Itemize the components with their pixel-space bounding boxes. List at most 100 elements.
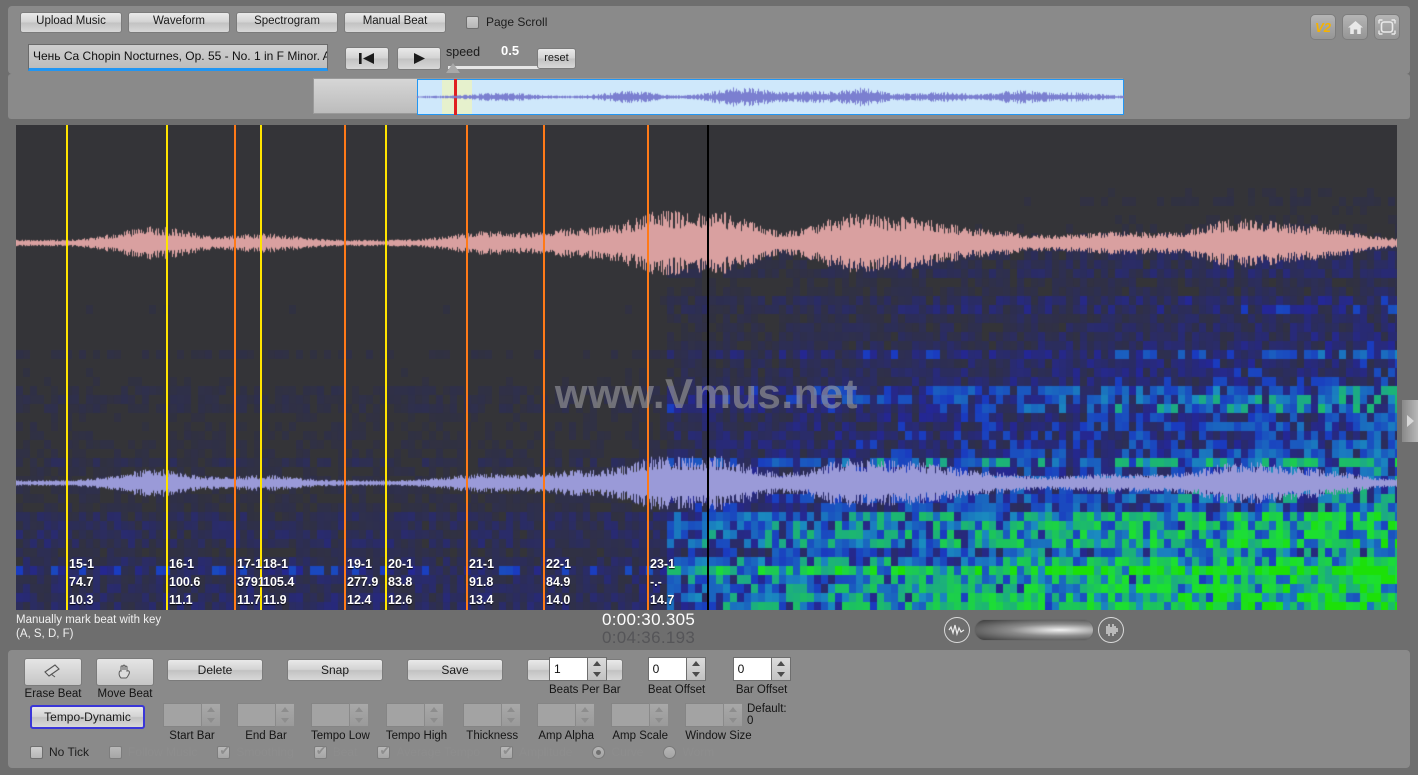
waveform-low-icon[interactable] [944,617,970,643]
fullscreen-icon[interactable] [1374,14,1400,40]
curve-label: Curve [611,745,644,759]
beat-time-value: 10.3 [69,593,94,607]
volume-slider[interactable] [973,619,1095,641]
overview-band [8,74,1410,119]
beats-per-bar-spinner[interactable]: 1 Beats Per Bar [549,657,621,696]
bar-offset-down[interactable] [772,669,790,680]
amp-scale-label: Amp Scale [612,730,668,742]
playhead-line[interactable] [707,125,709,610]
home-icon[interactable] [1342,14,1368,40]
tab-upload-music[interactable]: Upload Music [20,11,122,33]
track-title-input[interactable]: Чень Ca Chopin Nocturnes, Op. 55 - No. 1… [28,44,328,71]
tempo-high-steppers [423,703,444,727]
beat-offset-down[interactable] [687,669,705,680]
beat-time-value: 12.6 [388,593,413,607]
tempo-low-steppers [349,703,369,727]
beat-line[interactable] [260,125,262,610]
end-bar-value [237,703,275,727]
beat-label: Beat [332,745,358,759]
play-button[interactable] [397,47,441,70]
beat-tempo-value: 83.8 [388,575,413,589]
option-checkbox-row: No Tick Follow Music Smoothing Beat Average … [30,744,726,759]
erase-beat-label: Erase Beat [24,688,82,700]
bar-offset-value[interactable]: 0 [732,657,771,681]
start-bar-label: Start Bar [169,730,215,742]
speed-label: speed [446,45,481,59]
save-button[interactable]: Save [407,659,503,681]
move-beat-tool[interactable]: Move Beat [96,658,154,700]
beats-per-bar-up[interactable] [588,658,606,669]
beat-line[interactable] [66,125,68,610]
beat-tempo-value: 3791 [237,575,265,589]
waveform-overview[interactable] [313,78,1124,115]
thickness-steppers [501,703,522,727]
beat-offset-steppers[interactable] [685,657,706,681]
beat-line[interactable] [543,125,545,610]
panel-collapse-handle[interactable] [1402,400,1418,442]
no-tick-label: No Tick [49,745,90,759]
tempo-low-value [311,703,349,727]
thickness-spinner: Thickness [463,703,522,742]
bottom-control-panel: Erase Beat Move Beat Delete Snap Save Lo… [8,650,1410,768]
beat-line[interactable] [234,125,236,610]
beat-spinner-row: 1 Beats Per Bar 0 Beat Offset 0 Bar Offset [549,657,791,696]
rewind-to-start-button[interactable] [345,47,389,70]
speed-slider-thumb[interactable] [446,63,460,73]
thickness-label: Thickness [466,730,519,742]
mode-tab-row: Upload Music Waveform Spectrogram Manual… [20,11,547,33]
follow-music-label: Follow Music [128,745,198,759]
time-display: 0:00:30.305 0:04:36.193 [602,611,695,647]
average-tempo-label: Average Tempo [396,745,481,759]
page-scroll-checkbox-wrap[interactable]: Page Scroll [466,15,547,29]
beat-line[interactable] [647,125,649,610]
volume-control[interactable] [944,616,1125,644]
beat-line[interactable] [166,125,168,610]
amp-alpha-label: Amp Alpha [538,730,594,742]
speed-reset-button[interactable]: reset [537,48,576,69]
beat-label: 22-1 84.9 14.0 [546,557,571,607]
bar-offset-steppers[interactable] [770,657,791,681]
beats-per-bar-down[interactable] [588,669,606,680]
tempo-dynamic-button[interactable]: Tempo-Dynamic [30,705,145,729]
no-tick-option[interactable]: No Tick [30,745,89,759]
app-root: Upload Music Waveform Spectrogram Manual… [0,0,1418,775]
tab-manual-beat[interactable]: Manual Beat [344,11,446,33]
beats-per-bar-steppers[interactable] [587,657,607,681]
end-bar-up [276,704,294,715]
page-scroll-checkbox[interactable] [466,15,479,29]
beat-offset-value[interactable]: 0 [647,657,686,681]
tab-waveform[interactable]: Waveform [128,11,230,33]
speed-slider-track[interactable] [448,66,544,69]
v2-badge-icon[interactable]: V2 [1310,14,1336,40]
beat-line[interactable] [466,125,468,610]
tab-spectrogram[interactable]: Spectrogram [236,11,338,33]
move-beat-button[interactable] [96,658,154,686]
snap-button[interactable]: Snap [287,659,383,681]
beat-line[interactable] [385,125,387,610]
speed-control[interactable]: speed 0.5 [446,42,546,74]
erase-beat-button[interactable] [24,658,82,686]
erase-beat-tool[interactable]: Erase Beat [24,658,82,700]
beat-tempo-value: 100.6 [169,575,201,589]
no-tick-checkbox[interactable] [30,745,43,759]
overview-waveform-canvas [314,79,1124,115]
beat-offset-spinner[interactable]: 0 Beat Offset [647,657,706,696]
beat-offset-up[interactable] [687,658,705,669]
smoothing-checkbox [217,744,231,759]
spectrogram-view[interactable]: www.Vmus.net 15-1 74.7 10.3 16-1 100.6 11.1 17… [16,125,1397,610]
curve-radio [592,745,606,759]
bar-offset-spinner[interactable]: 0 Bar Offset [732,657,791,696]
transport-controls [345,47,441,70]
page-scroll-label: Page Scroll [486,15,548,29]
delete-button[interactable]: Delete [167,659,263,681]
chevron-right-icon [1406,415,1414,427]
top-toolbar: Upload Music Waveform Spectrogram Manual… [8,6,1410,74]
waveform-high-icon[interactable] [1098,617,1125,643]
beat-label: 23-1 -.- 14.7 [650,557,675,607]
default-label: Default: [747,703,787,715]
beats-per-bar-value[interactable]: 1 [549,657,587,681]
amp-alpha-steppers [575,703,596,727]
bar-offset-up[interactable] [772,658,790,669]
beat-line[interactable] [344,125,346,610]
current-time: 0:00:30.305 [602,610,696,629]
